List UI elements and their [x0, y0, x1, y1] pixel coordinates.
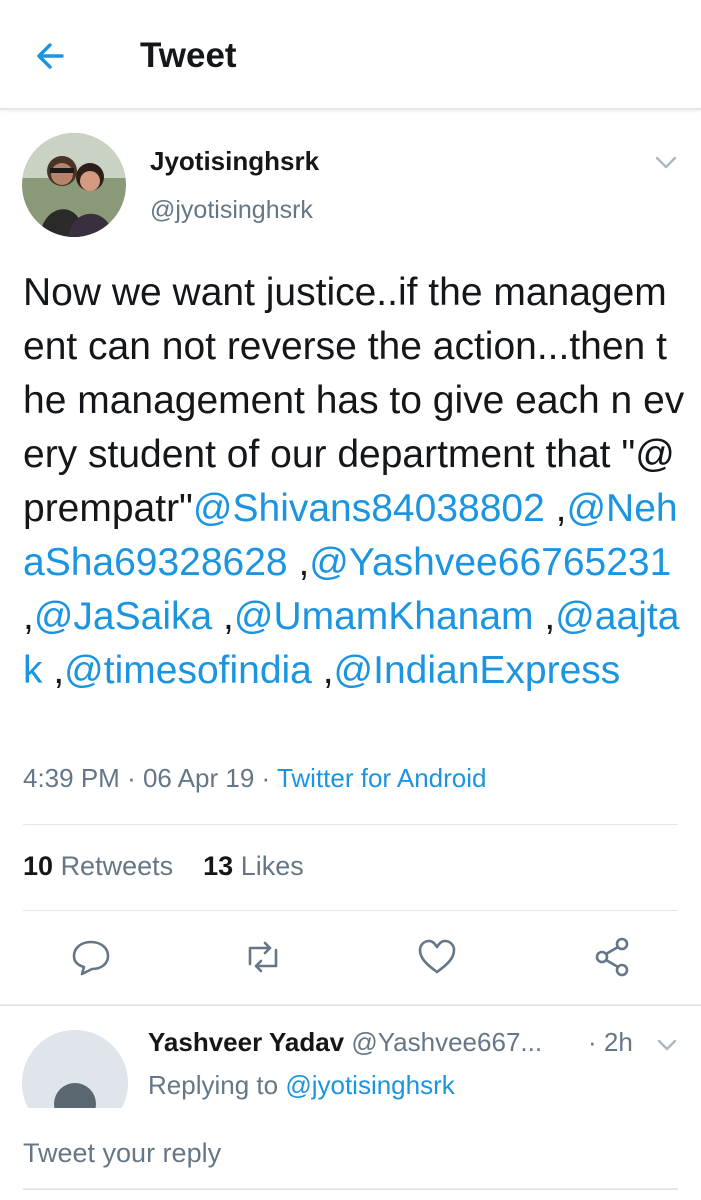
mention-link[interactable]: @IndianExpress [334, 649, 621, 692]
mention-link[interactable]: @Yashvee66765231 [309, 541, 671, 584]
reply-time: · 2h [588, 1027, 633, 1057]
replying-to-handle[interactable]: @jyotisinghsrk [285, 1070, 454, 1100]
mention-separator: , [311, 649, 334, 692]
mention-separator: , [533, 595, 556, 638]
mention-separator: , [544, 487, 567, 530]
tweet-time: 4:39 PM [23, 763, 120, 793]
chevron-down-icon[interactable] [652, 152, 680, 172]
mention-separator: , [42, 649, 65, 692]
mention-separator: , [212, 595, 234, 638]
avatar[interactable] [22, 133, 126, 237]
top-bar [0, 0, 701, 110]
page-title: Tweet [140, 36, 237, 75]
mention-link[interactable]: @JaSaika [34, 595, 212, 638]
reply-author-handle: @Yashvee667... [351, 1027, 543, 1057]
mention-separator: , [23, 595, 34, 638]
tweet-date: 06 Apr 19 [142, 763, 255, 793]
divider [23, 910, 678, 911]
reply-icon[interactable] [68, 934, 114, 980]
tweet-stats: 10 Retweets 13 Likes [23, 851, 304, 882]
replying-to: Replying to @jyotisinghsrk [148, 1070, 455, 1100]
back-arrow-icon[interactable] [28, 34, 76, 78]
reply-author[interactable]: Yashveer Yadav @Yashvee667... [148, 1027, 542, 1058]
reply-input[interactable]: Tweet your reply [23, 1138, 221, 1169]
author-handle[interactable]: @jyotisinghsrk [150, 196, 313, 225]
reply-input-underline [23, 1188, 678, 1190]
likes-link[interactable]: 13 Likes [203, 851, 304, 881]
tweet-source[interactable]: Twitter for Android [277, 763, 487, 793]
tweet-text: Now we want justice..if the management c… [23, 266, 688, 698]
like-icon[interactable] [414, 934, 460, 980]
divider [23, 824, 678, 825]
retweets-link[interactable]: 10 Retweets [23, 851, 173, 881]
tweet-meta: 4:39 PM · 06 Apr 19 · Twitter for Androi… [23, 763, 487, 793]
mention-link[interactable]: @timesofindia [64, 649, 312, 692]
share-icon[interactable] [590, 934, 636, 980]
chevron-down-icon[interactable] [654, 1036, 680, 1054]
mention-link[interactable]: @Shivans84038802 [193, 487, 545, 530]
author-name[interactable]: Jyotisinghsrk [150, 146, 319, 177]
retweet-icon[interactable] [240, 934, 286, 980]
mention-link[interactable]: @UmamKhanam [234, 595, 534, 638]
divider [0, 1004, 701, 1006]
reply-author-name: Yashveer Yadav [148, 1027, 345, 1057]
mention-separator: , [287, 541, 310, 584]
